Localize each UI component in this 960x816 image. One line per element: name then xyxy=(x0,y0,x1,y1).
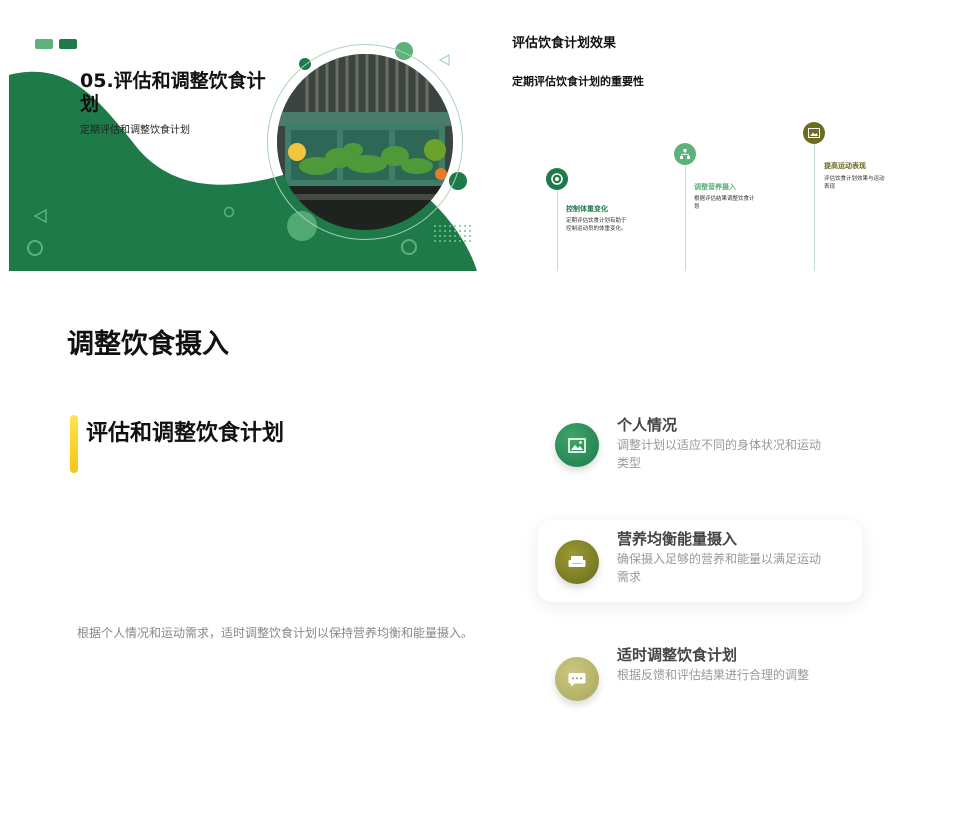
section-description: 根据个人情况和运动需求，适时调整饮食计划以保持营养均衡和能量摄入。 xyxy=(77,626,474,640)
card-text: 确保摄入足够的营养和能量以满足运动需求 xyxy=(617,552,822,584)
target-icon xyxy=(546,168,568,190)
evaluation-subtitle: 定期评估饮食计划的重要性 xyxy=(512,75,644,88)
milestone-heading: 控制体重变化 xyxy=(566,205,608,213)
timeline-line xyxy=(685,164,686,271)
timeline-line xyxy=(557,190,558,271)
section-title: 评估和调整饮食计划 xyxy=(86,421,285,446)
slide-adjust-intake: 调整饮食摄入 评估和调整饮食计划 根据个人情况和运动需求，适时调整饮食计划以保持… xyxy=(0,290,960,816)
sitemap-icon xyxy=(674,143,696,165)
accent-bar xyxy=(70,415,78,473)
cover-subtitle: 定期评估和调整饮食计划 xyxy=(80,125,190,136)
card-text: 根据反馈和评估结果进行合理的调整 xyxy=(617,668,810,682)
decor-tab-dark xyxy=(59,39,77,49)
milestone-text: 定期评估饮食计划有助于控制运动员的体重变化。 xyxy=(566,218,627,232)
page-title: 调整饮食摄入 xyxy=(67,329,229,360)
milestone-text: 根据评估结果调整饮食计划 xyxy=(694,196,755,210)
milestone-text: 评估饮食计划效果与运动表现 xyxy=(824,176,885,190)
milestone-heading: 调整营养摄入 xyxy=(694,183,736,191)
milestone-heading: 提高运动表现 xyxy=(824,162,866,170)
info-card: 个人情况 调整计划以适应不同的身体状况和运动类型 xyxy=(538,408,862,482)
evaluation-title: 评估饮食计划效果 xyxy=(512,36,617,51)
image-icon xyxy=(555,423,599,467)
slide-evaluation: 评估饮食计划效果 定期评估饮食计划的重要性 控制体重变化 定期评估饮食计划有助于… xyxy=(498,30,953,271)
sofa-icon xyxy=(555,540,599,584)
food-photo xyxy=(277,54,453,230)
card-text: 调整计划以适应不同的身体状况和运动类型 xyxy=(617,438,822,470)
timeline-line xyxy=(814,144,815,271)
card-heading: 适时调整饮食计划 xyxy=(617,646,738,664)
cover-title: 05.评估和调整饮食计划 xyxy=(80,70,266,115)
card-heading: 个人情况 xyxy=(617,416,678,434)
info-card: 适时调整饮食计划 根据反馈和评估结果进行合理的调整 xyxy=(538,643,862,707)
chat-icon xyxy=(555,657,599,701)
card-heading: 营养均衡能量摄入 xyxy=(617,530,738,548)
info-card: 营养均衡能量摄入 确保摄入足够的营养和能量以满足运动需求 xyxy=(538,520,862,602)
decor-tab-light xyxy=(35,39,53,49)
slide-cover: 05.评估和调整饮食计划 定期评估和调整饮食计划 xyxy=(9,30,477,271)
image-icon xyxy=(803,122,825,144)
